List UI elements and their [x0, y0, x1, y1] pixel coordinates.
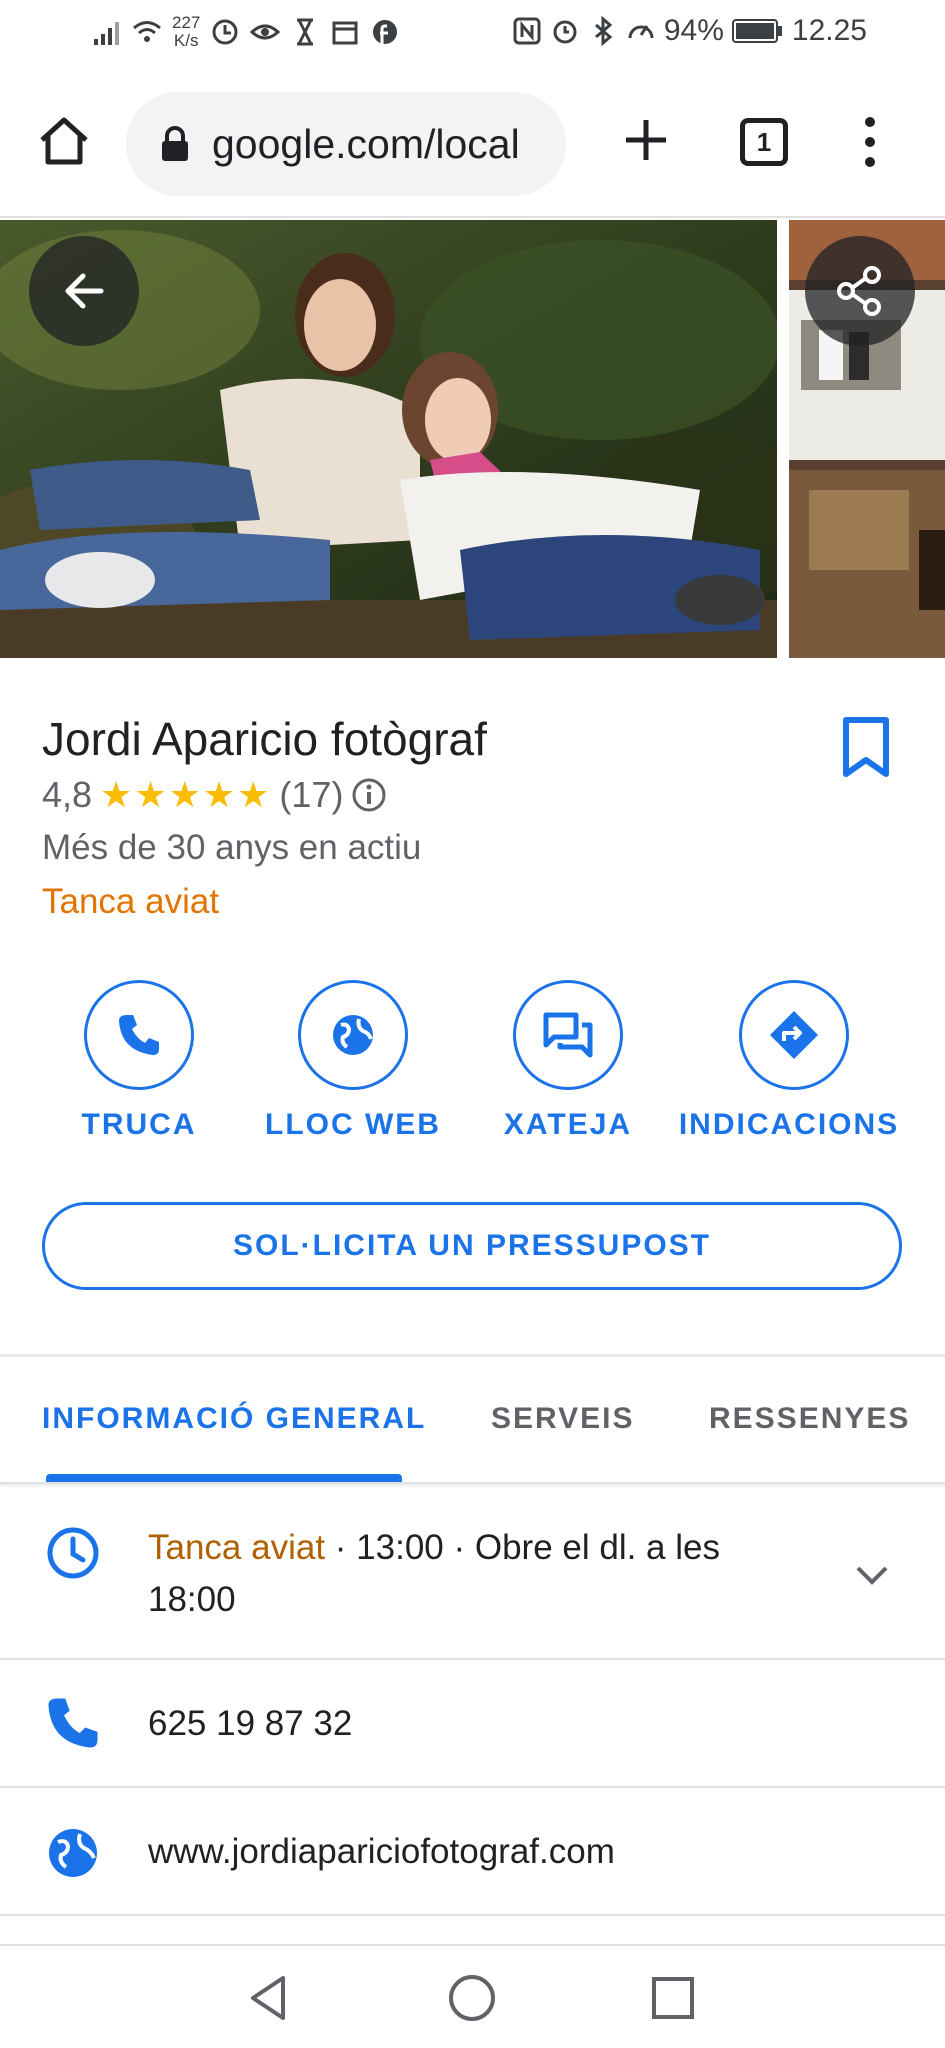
calendar-icon	[332, 21, 358, 45]
directions-icon	[770, 1011, 818, 1059]
browser-toolbar: google.com/local 1	[0, 72, 945, 218]
more-menu-icon[interactable]	[858, 114, 882, 170]
alarm-icon	[553, 20, 577, 44]
arrow-left-icon	[65, 273, 104, 309]
chat-label: XATEJA	[503, 1108, 633, 1141]
hours-detail-line2: 18:00	[148, 1580, 236, 1619]
tab-bar: INFORMACIÓ GENERAL SERVEIS RESSENYES	[0, 1358, 945, 1484]
network-speed-unit: K/s	[173, 31, 199, 50]
tab-switcher-button[interactable]: 1	[740, 118, 788, 166]
url-text[interactable]: google.com/local	[212, 121, 552, 168]
website-action[interactable]: LLOC WEB	[243, 980, 463, 1141]
hours-row[interactable]: Tanca aviat · 13:00 · Obre el dl. a les …	[0, 1486, 945, 1660]
directions-action-circle[interactable]	[739, 980, 849, 1090]
phone-row[interactable]: 625 19 87 32	[0, 1660, 945, 1788]
website-action-circle[interactable]	[298, 980, 408, 1090]
website-label: LLOC WEB	[265, 1108, 441, 1141]
bluetooth-icon	[594, 16, 613, 46]
nav-recents-icon[interactable]	[647, 1972, 699, 2024]
rating-value: 4,8	[42, 774, 93, 815]
website-row[interactable]: www.jordiapariciofotograf.com	[0, 1788, 945, 1916]
eye-icon	[250, 24, 281, 40]
home-icon[interactable]	[36, 112, 92, 168]
active-tab-indicator	[46, 1474, 402, 1482]
network-speed: 227 K/s	[172, 14, 200, 50]
chevron-down-icon[interactable]	[850, 1552, 894, 1596]
open-status: Tanca aviat	[42, 882, 220, 921]
directions-label: INDICACIONS	[678, 1108, 900, 1141]
battery-icon	[731, 19, 782, 43]
call-action-circle[interactable]	[84, 980, 194, 1090]
share-button[interactable]	[805, 236, 915, 346]
wifi-icon	[133, 21, 161, 42]
request-quote-button[interactable]: SOL·LICITA UN PRESSUPOST	[42, 1202, 902, 1290]
clock-time: 12.25	[791, 14, 867, 47]
system-nav-bar	[0, 1944, 945, 2048]
hours-detail: · 13:00 · Obre el dl. a les	[325, 1528, 720, 1567]
place-name: Jordi Aparicio fotògraf	[42, 713, 487, 765]
battery-percent: 94%	[663, 14, 724, 47]
globe-icon	[49, 1829, 97, 1877]
chat-icon	[543, 1012, 593, 1058]
share-icon	[837, 266, 881, 316]
chat-action[interactable]: XATEJA	[458, 980, 678, 1141]
phone-number[interactable]: 625 19 87 32	[148, 1698, 352, 1750]
status-bar-right: 94% 12.25	[512, 14, 867, 48]
signal-icon	[94, 22, 119, 45]
call-action[interactable]: TRUCA	[29, 980, 249, 1141]
website-url[interactable]: www.jordiapariciofotograf.com	[148, 1826, 615, 1878]
network-speed-value: 227	[172, 13, 201, 32]
tab-reviews[interactable]: RESSENYES	[709, 1402, 910, 1436]
nav-back-icon[interactable]	[243, 1972, 295, 2024]
chat-action-circle[interactable]	[513, 980, 623, 1090]
clock-icon	[47, 1527, 99, 1579]
speedometer-icon	[628, 25, 654, 39]
tab-overview[interactable]: INFORMACIÓ GENERAL	[42, 1402, 426, 1436]
globe-icon	[333, 1015, 373, 1055]
nfc-icon	[513, 17, 541, 45]
review-count[interactable]: (17)	[279, 774, 343, 816]
section-divider	[0, 1354, 945, 1357]
address-bar[interactable]: google.com/local	[126, 92, 566, 196]
star-rating: ★★★★★	[100, 774, 272, 815]
phone-icon	[48, 1698, 98, 1748]
info-icon[interactable]	[351, 777, 387, 813]
rating-row[interactable]: 4,8 ★★★★★ (17)	[42, 774, 387, 816]
hours-status: Tanca aviat	[148, 1528, 326, 1567]
photo-carousel[interactable]	[0, 220, 945, 658]
call-label: TRUCA	[81, 1108, 197, 1141]
status-bar: 227 K/s 94% 12.25	[0, 0, 945, 72]
new-tab-icon[interactable]	[618, 112, 674, 168]
phone-icon	[119, 1015, 159, 1055]
lock-icon	[162, 126, 188, 161]
status-bar-left: 227 K/s	[92, 14, 400, 50]
hours-text: Tanca aviat · 13:00 · Obre el dl. a les …	[148, 1522, 720, 1626]
hourglass-icon	[297, 18, 314, 46]
tab-services[interactable]: SERVEIS	[491, 1402, 635, 1436]
nav-home-icon[interactable]	[446, 1972, 498, 2024]
bookmark-icon[interactable]	[840, 716, 892, 778]
place-subtitle: Més de 30 anys en actiu	[42, 828, 422, 867]
facebook-icon	[373, 20, 398, 45]
directions-action[interactable]: INDICACIONS	[679, 980, 904, 1141]
data-saver-icon	[212, 19, 238, 45]
back-button[interactable]	[29, 236, 139, 346]
